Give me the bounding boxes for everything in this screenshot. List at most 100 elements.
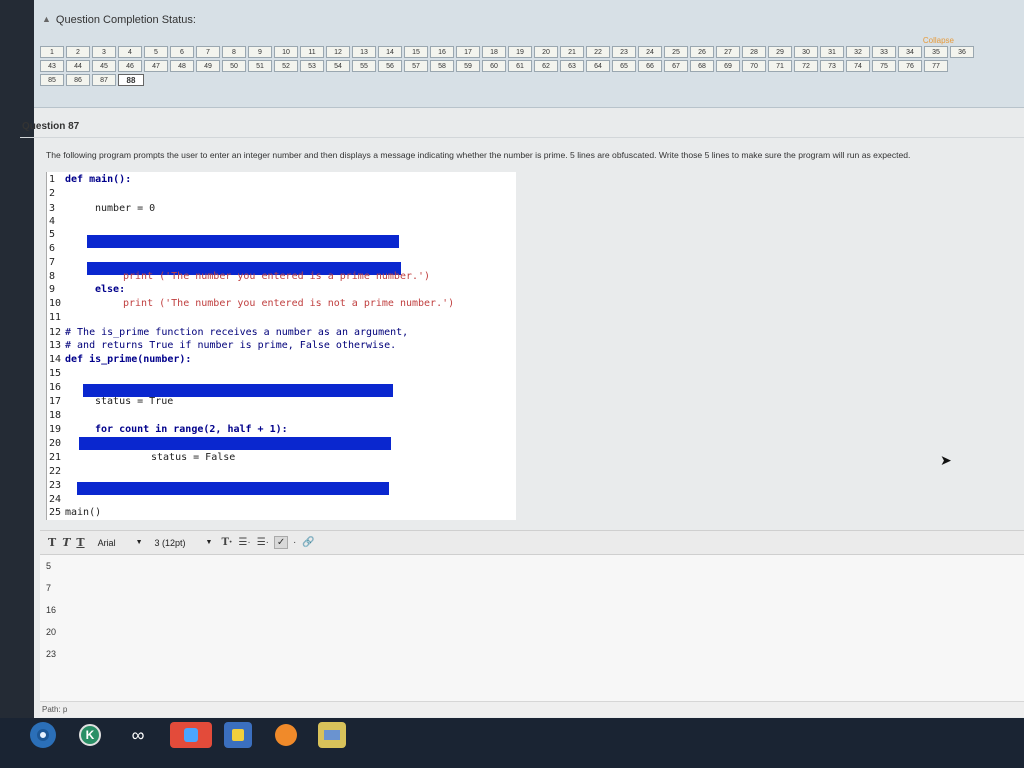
- question-nav-button[interactable]: 28: [742, 46, 766, 58]
- question-nav-button[interactable]: 48: [170, 60, 194, 72]
- bullet-list-icon[interactable]: ☰·: [235, 537, 253, 548]
- question-nav-button[interactable]: 72: [794, 60, 818, 72]
- answer-line[interactable]: 16: [46, 605, 56, 615]
- answer-line[interactable]: 20: [46, 627, 56, 637]
- question-nav-button[interactable]: 49: [196, 60, 220, 72]
- question-nav-button[interactable]: 77: [924, 60, 948, 72]
- question-nav-button[interactable]: 8: [222, 46, 246, 58]
- question-nav-button[interactable]: 86: [66, 74, 90, 86]
- question-nav-button[interactable]: 71: [768, 60, 792, 72]
- question-nav-button[interactable]: 53: [300, 60, 324, 72]
- question-nav-button[interactable]: 13: [352, 46, 376, 58]
- chevron-down-icon[interactable]: ·: [290, 537, 299, 548]
- question-nav-button[interactable]: 17: [456, 46, 480, 58]
- question-nav-button[interactable]: 31: [820, 46, 844, 58]
- question-nav-button[interactable]: 57: [404, 60, 428, 72]
- question-nav-button[interactable]: 32: [846, 46, 870, 58]
- font-family-select[interactable]: Arial ▼: [88, 538, 149, 548]
- answer-line[interactable]: 5: [46, 561, 51, 571]
- question-nav-button[interactable]: 63: [560, 60, 584, 72]
- question-nav-button[interactable]: 29: [768, 46, 792, 58]
- question-nav-button[interactable]: 36: [950, 46, 974, 58]
- question-nav-button[interactable]: 4: [118, 46, 142, 58]
- spellcheck-icon[interactable]: ✓: [274, 536, 289, 549]
- kaspersky-icon[interactable]: K: [76, 722, 104, 748]
- question-nav-button[interactable]: 34: [898, 46, 922, 58]
- question-nav-button[interactable]: 11: [300, 46, 324, 58]
- question-nav-button[interactable]: 67: [664, 60, 688, 72]
- question-nav-button[interactable]: 69: [716, 60, 740, 72]
- question-nav-button[interactable]: 59: [456, 60, 480, 72]
- question-nav-button[interactable]: 22: [586, 46, 610, 58]
- question-nav-button[interactable]: 75: [872, 60, 896, 72]
- question-nav-button[interactable]: 51: [248, 60, 272, 72]
- question-nav-button[interactable]: 6: [170, 46, 194, 58]
- question-nav-button[interactable]: 24: [638, 46, 662, 58]
- question-nav-button[interactable]: 44: [66, 60, 90, 72]
- chrome-icon[interactable]: [30, 722, 56, 748]
- font-size-select[interactable]: 3 (12pt) ▼: [149, 538, 219, 548]
- question-nav-button[interactable]: 15: [404, 46, 428, 58]
- question-nav-button[interactable]: 46: [118, 60, 142, 72]
- question-nav-button[interactable]: 47: [144, 60, 168, 72]
- question-nav-button[interactable]: 21: [560, 46, 584, 58]
- question-nav-button[interactable]: 18: [482, 46, 506, 58]
- file-manager-icon[interactable]: [318, 722, 346, 748]
- collapse-arrow-icon[interactable]: ▲: [42, 14, 51, 26]
- question-nav-button[interactable]: 35: [924, 46, 948, 58]
- question-nav-button[interactable]: 70: [742, 60, 766, 72]
- question-nav-button[interactable]: 3: [92, 46, 116, 58]
- question-nav-button[interactable]: 61: [508, 60, 532, 72]
- question-nav-button[interactable]: 64: [586, 60, 610, 72]
- question-nav-button[interactable]: 26: [690, 46, 714, 58]
- numbered-list-icon[interactable]: ☰·: [254, 537, 272, 548]
- question-nav-button[interactable]: 19: [508, 46, 532, 58]
- question-nav-button[interactable]: 76: [898, 60, 922, 72]
- question-nav-button[interactable]: 55: [352, 60, 376, 72]
- question-nav-button[interactable]: 2: [66, 46, 90, 58]
- question-nav-button[interactable]: 58: [430, 60, 454, 72]
- question-nav-button[interactable]: 68: [690, 60, 714, 72]
- question-nav-button[interactable]: 45: [92, 60, 116, 72]
- question-nav-button[interactable]: 30: [794, 46, 818, 58]
- game-app-icon[interactable]: [272, 722, 300, 748]
- question-nav-button[interactable]: 7: [196, 46, 220, 58]
- question-nav-button[interactable]: 23: [612, 46, 636, 58]
- photos-app-icon[interactable]: [170, 722, 212, 748]
- answer-line[interactable]: 23: [46, 649, 56, 659]
- pycharm-icon[interactable]: [224, 722, 252, 748]
- question-nav-button[interactable]: 74: [846, 60, 870, 72]
- question-nav-button[interactable]: 54: [326, 60, 350, 72]
- question-nav-button[interactable]: 66: [638, 60, 662, 72]
- question-nav-button[interactable]: 88: [118, 74, 144, 86]
- question-nav-button[interactable]: 1: [40, 46, 64, 58]
- question-nav-button[interactable]: 14: [378, 46, 402, 58]
- question-nav-button[interactable]: 62: [534, 60, 558, 72]
- completion-status-header[interactable]: ▲ Question Completion Status:: [42, 14, 196, 26]
- question-nav-button[interactable]: 50: [222, 60, 246, 72]
- question-nav-button[interactable]: 16: [430, 46, 454, 58]
- question-nav-button[interactable]: 20: [534, 46, 558, 58]
- question-nav-button[interactable]: 87: [92, 74, 116, 86]
- answer-line[interactable]: 7: [46, 583, 51, 593]
- question-nav-button[interactable]: 43: [40, 60, 64, 72]
- question-nav-button[interactable]: 73: [820, 60, 844, 72]
- link-app-icon[interactable]: ∞: [124, 722, 152, 748]
- question-nav-button[interactable]: 60: [482, 60, 506, 72]
- question-nav-button[interactable]: 85: [40, 74, 64, 86]
- question-nav-button[interactable]: 12: [326, 46, 350, 58]
- collapse-link[interactable]: Collapse: [923, 36, 954, 45]
- question-nav-button[interactable]: 10: [274, 46, 298, 58]
- question-nav-button[interactable]: 27: [716, 46, 740, 58]
- question-nav-button[interactable]: 65: [612, 60, 636, 72]
- question-nav-button[interactable]: 5: [144, 46, 168, 58]
- link-icon[interactable]: 🔗: [299, 537, 317, 548]
- question-nav-button[interactable]: 56: [378, 60, 402, 72]
- question-nav-button[interactable]: 9: [248, 46, 272, 58]
- question-nav-button[interactable]: 25: [664, 46, 688, 58]
- bold-text-icon[interactable]: T: [40, 536, 59, 549]
- italic-text-icon[interactable]: T: [59, 536, 73, 549]
- text-color-icon[interactable]: T·: [218, 537, 235, 548]
- question-nav-button[interactable]: 33: [872, 46, 896, 58]
- question-nav-button[interactable]: 52: [274, 60, 298, 72]
